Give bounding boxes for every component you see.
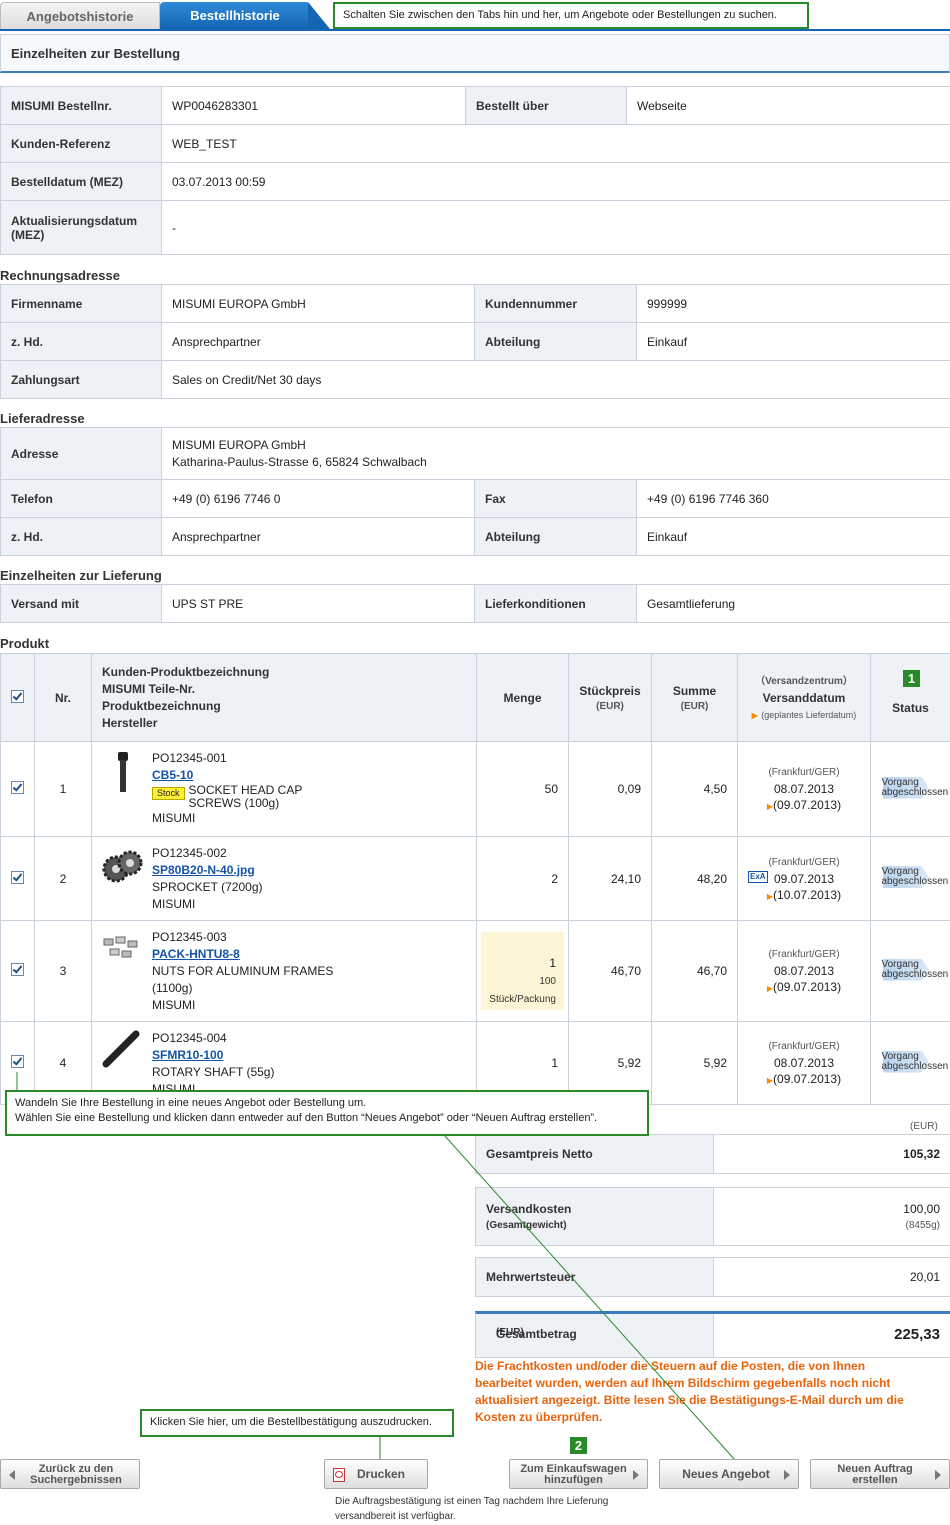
add-to-cart-button[interactable]: Zum Einkaufswagen hinzufügen: [509, 1459, 648, 1489]
callout-connectors: [16, 1072, 736, 1461]
back-to-results-button[interactable]: Zurück zu den Suchergebnissen: [0, 1459, 140, 1489]
new-order-button[interactable]: Neuen Auftrag erstellen: [810, 1459, 950, 1489]
print-button[interactable]: Drucken: [324, 1459, 428, 1489]
annotation-badge-2: 2: [570, 1437, 587, 1454]
new-quote-button[interactable]: Neues Angebot: [659, 1459, 799, 1489]
print-note: Die Auftragsbestätigung ist einen Tag na…: [335, 1496, 609, 1522]
